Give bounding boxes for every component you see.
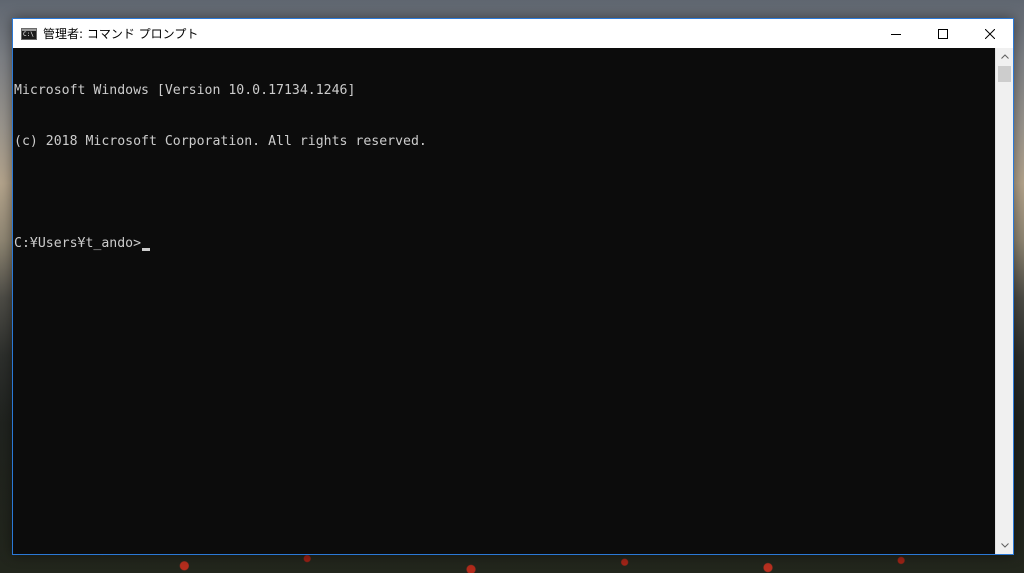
scroll-up-button[interactable] (996, 48, 1013, 65)
cmd-app-icon[interactable]: C:\ (21, 27, 37, 40)
cmd-app-icon-glyph: C:\ (23, 30, 34, 38)
scroll-down-button[interactable] (996, 537, 1013, 554)
scroll-thumb[interactable] (998, 66, 1011, 82)
console-line-blank (13, 184, 995, 201)
caption-buttons (872, 19, 1013, 48)
close-icon (984, 28, 995, 39)
console-output[interactable]: Microsoft Windows [Version 10.0.17134.12… (13, 48, 995, 554)
console-line-copyright: (c) 2018 Microsoft Corporation. All righ… (14, 134, 427, 149)
minimize-icon (890, 33, 901, 35)
maximize-icon (937, 28, 948, 39)
chevron-up-icon (1000, 54, 1009, 59)
maximize-button[interactable] (919, 19, 966, 48)
command-prompt-window[interactable]: C:\ 管理者: コマンド プロンプト Microsoft Windows [V… (12, 18, 1014, 555)
vertical-scrollbar[interactable] (995, 48, 1013, 554)
text-cursor (142, 248, 151, 251)
close-button[interactable] (966, 19, 1013, 48)
console-line-version: Microsoft Windows [Version 10.0.17134.12… (14, 83, 356, 98)
title-bar[interactable]: C:\ 管理者: コマンド プロンプト (13, 19, 1013, 48)
command-prompt: C:¥Users¥t_ando> (14, 236, 142, 251)
minimize-button[interactable] (872, 19, 919, 48)
window-title: 管理者: コマンド プロンプト (43, 27, 199, 41)
chevron-down-icon (1000, 543, 1009, 548)
prompt-line[interactable]: C:¥Users¥t_ando> (13, 235, 995, 252)
